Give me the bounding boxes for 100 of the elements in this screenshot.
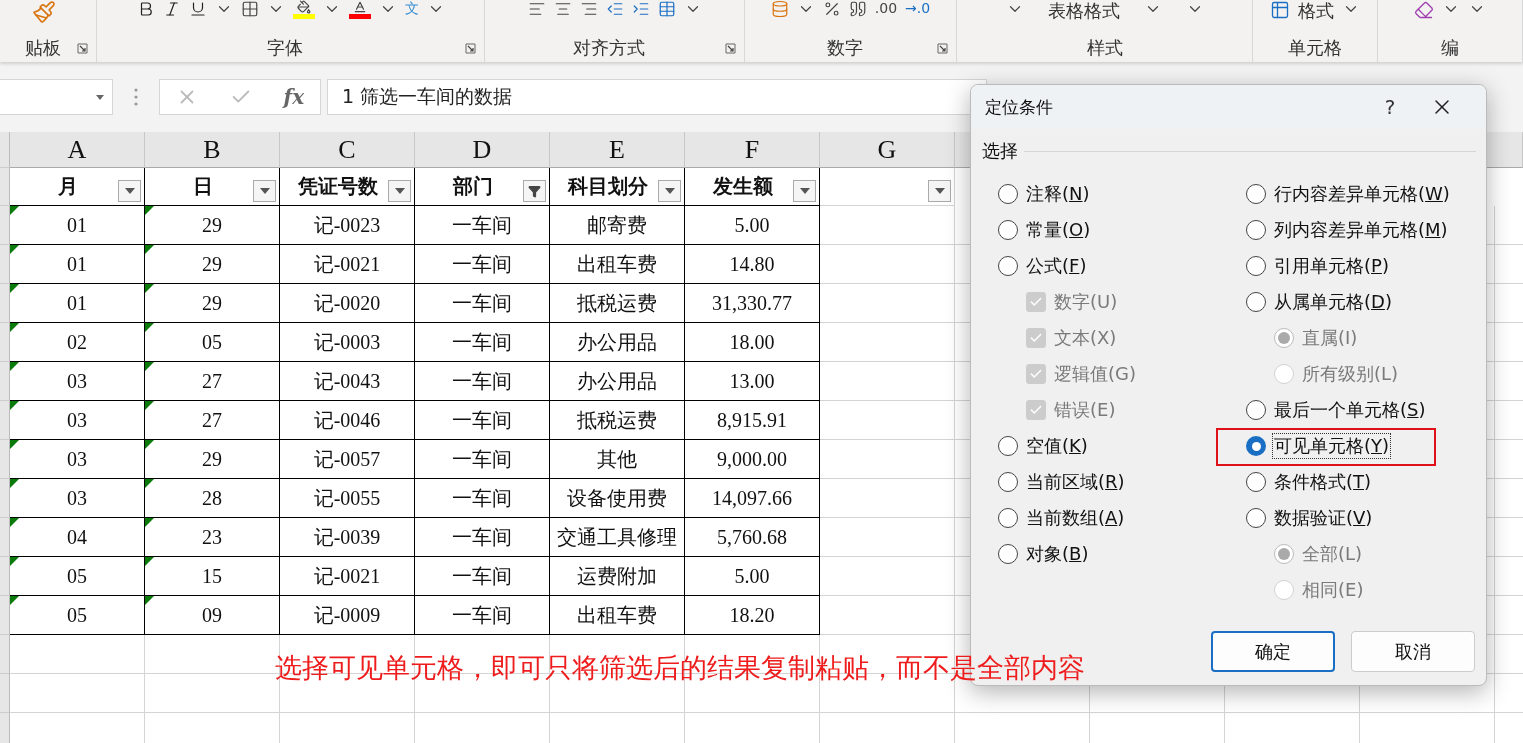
group-label: 对齐方式: [572, 36, 646, 60]
radio-button[interactable]: [1246, 472, 1266, 492]
paintbrush-icon[interactable]: [32, 0, 56, 24]
filter-button[interactable]: [793, 180, 816, 202]
table-cell: 抵税运费: [550, 284, 685, 323]
column-header[interactable]: A: [10, 132, 145, 168]
wrap-table-icon[interactable]: [657, 0, 676, 18]
radio-button[interactable]: [998, 256, 1018, 276]
table-cell: 31,330.77: [685, 284, 820, 323]
radio-button[interactable]: [1246, 436, 1266, 456]
column-header[interactable]: B: [145, 132, 280, 168]
indent-increase-icon[interactable]: [631, 0, 650, 18]
annotation-text: 选择可见单元格，即可只将筛选后的结果复制粘贴，而不是全部内容: [275, 651, 1085, 685]
table-cell: 18.00: [685, 323, 820, 362]
column-header[interactable]: C: [280, 132, 415, 168]
option-label: 从属单元格(D): [1273, 290, 1393, 314]
table-cell: 8,915.91: [685, 401, 820, 440]
radio-button[interactable]: [998, 544, 1018, 564]
table-cell: 29: [145, 440, 280, 479]
radio-button[interactable]: [1246, 256, 1266, 276]
decimal-text[interactable]: .00: [874, 0, 898, 16]
radio-button[interactable]: [998, 508, 1018, 528]
group-label: 选择: [982, 139, 1018, 163]
caret-icon: [124, 188, 135, 194]
filter-button[interactable]: [388, 180, 411, 202]
table-cell: 一车间: [415, 284, 550, 323]
align-right-icon[interactable]: [579, 0, 598, 18]
borders-icon[interactable]: [240, 0, 259, 18]
table-cell: 9,000.00: [685, 440, 820, 479]
option-label: 对象(B): [1025, 542, 1090, 566]
radio-button[interactable]: [1246, 220, 1266, 240]
table-cell: 04: [10, 518, 145, 557]
table-cell: 记-0023: [280, 206, 415, 245]
table-cell: 09: [145, 596, 280, 635]
filter-button[interactable]: [253, 180, 276, 202]
table-cell: 一车间: [415, 323, 550, 362]
filter-button[interactable]: [118, 180, 141, 202]
table-cell: 29: [145, 206, 280, 245]
table-cell: 记-0003: [280, 323, 415, 362]
table-cell: 05: [10, 557, 145, 596]
filter-button[interactable]: [928, 180, 951, 202]
table-cell: 03: [10, 440, 145, 479]
radio-button[interactable]: [1246, 508, 1266, 528]
table-cell: 运费附加: [550, 557, 685, 596]
fill-color-icon[interactable]: [292, 0, 315, 19]
table-cell: 23: [145, 518, 280, 557]
table-cell: 01: [10, 284, 145, 323]
option-label: 逻辑值(G): [1053, 362, 1137, 386]
option-label: 当前区域(R): [1025, 470, 1126, 494]
table-cell: 5.00: [685, 557, 820, 596]
dialog-launcher-icon[interactable]: [77, 42, 88, 54]
indent-decrease-icon[interactable]: [605, 0, 624, 18]
table-cell: 办公用品: [550, 323, 685, 362]
column-header[interactable]: G: [820, 132, 955, 168]
radio-button[interactable]: [998, 184, 1018, 204]
check-icon: [1029, 403, 1043, 417]
radio-button[interactable]: [1246, 400, 1266, 420]
radio-button[interactable]: [1246, 292, 1266, 312]
radio-button[interactable]: [1246, 184, 1266, 204]
table-cell: 抵税运费: [550, 401, 685, 440]
option-label: 错误(E): [1053, 398, 1117, 422]
radio-button[interactable]: [998, 436, 1018, 456]
dialog-button[interactable]: 确定: [1211, 631, 1335, 672]
decimal-text[interactable]: →.0: [905, 0, 931, 16]
database-icon[interactable]: [770, 0, 789, 18]
check-icon: [1029, 331, 1043, 345]
table-cell: 14,097.66: [685, 479, 820, 518]
table-format-button[interactable]: 表格格式: [1047, 0, 1120, 22]
table-cell: 一车间: [415, 518, 550, 557]
insert-function-button[interactable]: fx: [283, 85, 305, 109]
dialog-launcher-icon[interactable]: [465, 42, 476, 54]
table-cell: 记-0055: [280, 479, 415, 518]
column-header[interactable]: E: [550, 132, 685, 168]
dialog-launcher-icon[interactable]: [937, 42, 948, 54]
help-button[interactable]: ?: [1368, 95, 1412, 119]
filter-button[interactable]: [658, 180, 681, 202]
table-icon[interactable]: [1270, 0, 1290, 20]
column-header[interactable]: F: [685, 132, 820, 168]
column-header[interactable]: D: [415, 132, 550, 168]
percent-icon[interactable]: [822, 0, 841, 18]
format-button[interactable]: 格式: [1298, 0, 1334, 22]
table-cell: 01: [10, 245, 145, 284]
align-left-icon[interactable]: [527, 0, 546, 18]
align-center-icon[interactable]: [553, 0, 572, 18]
table-cell: 05: [10, 596, 145, 635]
radio-button[interactable]: [998, 220, 1018, 240]
eraser-icon[interactable]: [1414, 0, 1434, 20]
group-label: 数字: [826, 36, 864, 60]
dialog-launcher-icon[interactable]: [725, 42, 736, 54]
radio-button[interactable]: [998, 472, 1018, 492]
table-cell: 记-0021: [280, 557, 415, 596]
filter-button[interactable]: [523, 180, 546, 202]
table-cell: 27: [145, 401, 280, 440]
group-label: 贴板: [23, 36, 62, 60]
font-color-icon[interactable]: [348, 0, 371, 19]
dialog-button[interactable]: 取消: [1351, 631, 1475, 672]
option-label: 所有级别(L): [1301, 362, 1400, 386]
option-label: 数字(U): [1053, 290, 1119, 314]
table-cell: 出租车费: [550, 245, 685, 284]
table-cell: 邮寄费: [550, 206, 685, 245]
